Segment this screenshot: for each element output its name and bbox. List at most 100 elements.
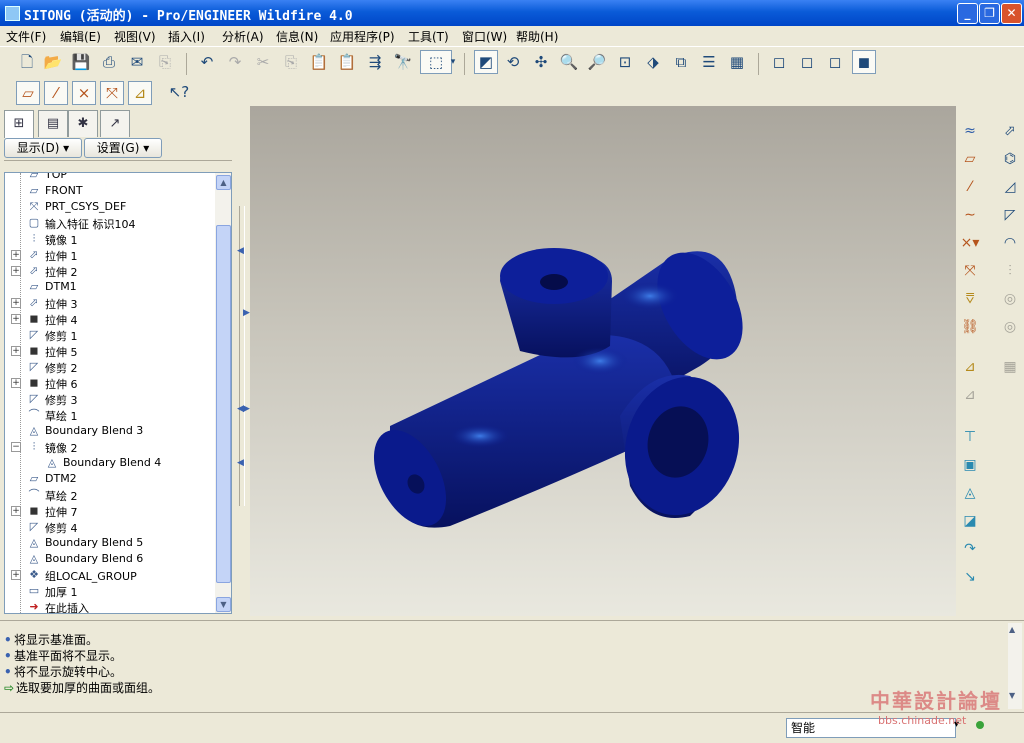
datum-axis-tool-icon[interactable]: ⁄ xyxy=(958,176,982,198)
close-button[interactable]: ✕ xyxy=(1001,3,1022,24)
chevron-down-icon[interactable]: ▾ xyxy=(448,51,458,73)
tree-row[interactable]: ⫶ 镜像 1 xyxy=(5,231,215,247)
hidden-line-icon[interactable]: ◻ xyxy=(796,51,818,73)
whats-this-icon[interactable]: ↖? xyxy=(168,81,190,103)
scroll-up-icon[interactable]: ▲ xyxy=(216,175,231,190)
save-icon[interactable]: 💾 xyxy=(70,51,92,73)
sketched-datum-curve-icon[interactable]: ≈ xyxy=(958,120,982,142)
model-tree-tab[interactable]: ⊞ xyxy=(4,110,34,138)
thicken-tool-icon[interactable]: ◪ xyxy=(958,510,982,532)
tree-row[interactable]: ⤧ PRT_CSYS_DEF xyxy=(5,199,215,215)
tree-row[interactable]: ▱ TOP xyxy=(5,173,215,183)
boundary-blend-tool-icon[interactable]: ▣ xyxy=(958,454,982,476)
tree-row[interactable]: ▭ 加厚 1 xyxy=(5,583,215,599)
layers-icon[interactable]: ☰ xyxy=(698,51,720,73)
folder-tab[interactable]: ▤ xyxy=(38,110,68,137)
print-icon[interactable]: ⎙ xyxy=(98,51,120,73)
find-icon[interactable]: 🔭 xyxy=(392,51,414,73)
shading-icon[interactable]: ◼ xyxy=(852,50,876,74)
orient-icon[interactable]: ✣ xyxy=(530,51,552,73)
paste-icon[interactable]: 📋 xyxy=(308,51,330,73)
copy-icon[interactable]: ⎘ xyxy=(154,51,176,73)
hole-icon[interactable]: ⬀ xyxy=(998,120,1022,142)
tree-row[interactable]: ▱ FRONT xyxy=(5,183,215,199)
tree-row[interactable]: ◸ 修剪 4 xyxy=(5,519,215,535)
revolve-tool-icon[interactable]: ⊿ xyxy=(958,384,982,406)
expand-right-icon[interactable]: ▶ xyxy=(243,404,250,414)
datum-curve-icon[interactable]: ∼ xyxy=(958,204,982,226)
wireframe-icon[interactable]: ◻ xyxy=(768,51,790,73)
tree-row[interactable]: ⌒ 草绘 2 xyxy=(5,487,215,503)
reorient-icon[interactable]: ⬗ xyxy=(642,51,664,73)
scroll-thumb[interactable] xyxy=(216,225,231,583)
datum-point-tool-icon[interactable]: ×▾ xyxy=(958,232,982,254)
favorites-tab[interactable]: ✱ xyxy=(68,110,98,137)
scroll-down-icon[interactable]: ▼ xyxy=(1009,691,1015,700)
annotation-icon[interactable]: ⊿ xyxy=(128,81,152,105)
expand-icon[interactable]: + xyxy=(11,314,21,324)
tree-row[interactable]: + ⬀ 拉伸 3 xyxy=(5,295,215,311)
tree-row[interactable]: ◸ 修剪 3 xyxy=(5,391,215,407)
navigator-tab[interactable]: ↗ xyxy=(100,110,130,137)
analysis-feature-icon[interactable]: ⩢ xyxy=(958,288,982,310)
mirror-tool-icon[interactable]: ⫶ xyxy=(998,260,1022,282)
tree-row[interactable]: + ◼ 拉伸 6 xyxy=(5,375,215,391)
extrude-tool-icon[interactable]: ⊿ xyxy=(958,356,982,378)
draft-icon[interactable]: ◸ xyxy=(998,204,1022,226)
refit-icon[interactable]: ⊡ xyxy=(614,51,636,73)
menu-edit[interactable]: 编辑(E) xyxy=(60,28,101,45)
new-icon[interactable]: 🗋 xyxy=(16,51,38,73)
send-icon[interactable]: ✉ xyxy=(126,51,148,73)
tree-row[interactable]: ➜ 在此插入 xyxy=(5,599,215,613)
pattern-icon[interactable]: ▦ xyxy=(998,356,1022,378)
menu-applications[interactable]: 应用程序(P) xyxy=(330,28,395,45)
solidify-tool-icon[interactable]: ↷ xyxy=(958,538,982,560)
menu-tools[interactable]: 工具(T) xyxy=(408,28,449,45)
view-manager-icon[interactable]: ▦ xyxy=(726,51,748,73)
rib-icon[interactable]: ◿ xyxy=(998,176,1022,198)
menu-info[interactable]: 信息(N) xyxy=(276,28,318,45)
tree-row[interactable]: + ⬀ 拉伸 1 xyxy=(5,247,215,263)
show-dropdown[interactable]: 显示(D) ▾ xyxy=(4,138,82,158)
tree-scrollbar[interactable]: ▲ ▼ xyxy=(215,173,231,613)
saved-views-icon[interactable]: ⧉ xyxy=(670,51,692,73)
minimize-button[interactable]: _ xyxy=(957,3,978,24)
round-icon[interactable]: ◠ xyxy=(998,232,1022,254)
repaint-icon[interactable]: ◩ xyxy=(474,50,498,74)
expand-icon[interactable]: + xyxy=(11,266,21,276)
expand-icon[interactable]: + xyxy=(11,346,21,356)
expand-icon[interactable]: + xyxy=(11,298,21,308)
datum-plane-icon[interactable]: ▱ xyxy=(16,81,40,105)
scroll-down-icon[interactable]: ▼ xyxy=(216,597,231,612)
expand-icon[interactable]: + xyxy=(11,570,21,580)
merge-icon[interactable]: ◎ xyxy=(998,288,1022,310)
no-hidden-icon[interactable]: ◻ xyxy=(824,51,846,73)
redo-icon[interactable]: ↷ xyxy=(224,51,246,73)
csys-tool-icon[interactable]: ⤧ xyxy=(958,260,982,282)
menu-file[interactable]: 文件(F) xyxy=(6,28,46,45)
shell-icon[interactable]: ⌬ xyxy=(998,148,1022,170)
panel-splitter[interactable]: ◀ ▶ ◀ ▶ ◀ xyxy=(236,106,250,616)
cut-icon[interactable]: ✂ xyxy=(252,51,274,73)
tree-row[interactable]: − ⫶ 镜像 2 xyxy=(5,439,215,455)
tree-row[interactable]: + ⬀ 拉伸 2 xyxy=(5,263,215,279)
tree-row[interactable]: + ◼ 拉伸 5 xyxy=(5,343,215,359)
variable-section-sweep-icon[interactable]: ⊤ xyxy=(958,426,982,448)
menu-insert[interactable]: 插入(I) xyxy=(168,28,205,45)
trim-tool-icon[interactable]: ◎ xyxy=(998,316,1022,338)
tree-row[interactable]: ▢ 输入特征 标识104 xyxy=(5,215,215,231)
expand-right-icon[interactable]: ▶ xyxy=(243,308,250,318)
tree-row[interactable]: ◸ 修剪 2 xyxy=(5,359,215,375)
expand-icon[interactable]: + xyxy=(11,506,21,516)
menu-analysis[interactable]: 分析(A) xyxy=(222,28,264,45)
tree-row[interactable]: ⌒ 草绘 1 xyxy=(5,407,215,423)
tree-row[interactable]: + ◼ 拉伸 7 xyxy=(5,503,215,519)
copy-icon[interactable]: ⎘ xyxy=(280,51,302,73)
tree-row[interactable]: ◬ Boundary Blend 4 xyxy=(5,455,215,471)
expand-icon[interactable]: + xyxy=(11,378,21,388)
menu-window[interactable]: 窗口(W) xyxy=(462,28,507,45)
chain-icon[interactable]: ⛓ xyxy=(958,316,982,338)
collapse-left-icon[interactable]: ◀ xyxy=(237,458,244,468)
regenerate-icon[interactable]: ⇶ xyxy=(364,51,386,73)
datum-point-icon[interactable]: × xyxy=(72,81,96,105)
